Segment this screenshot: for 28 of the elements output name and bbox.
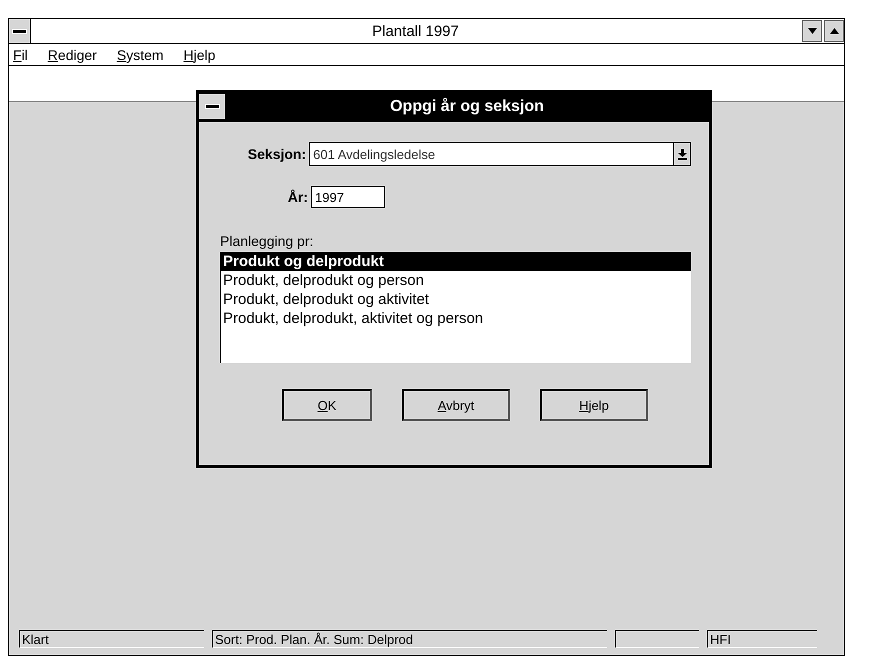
window-title: Plantall 1997 (371, 22, 460, 40)
list-item[interactable]: Produkt, delprodukt, aktivitet og person (221, 309, 691, 328)
menu-item[interactable]: Hjelp (184, 46, 216, 62)
dialog-button[interactable]: OK (282, 389, 372, 421)
list-item[interactable]: Produkt og delprodukt (221, 252, 691, 271)
list-label: Planlegging pr: (220, 233, 314, 249)
up-triangle-icon (830, 28, 838, 34)
status-pane: HFI (707, 630, 817, 648)
dialog-button[interactable]: Avbryt (402, 389, 510, 421)
dialog-title: Oppgi år og seksjon (389, 98, 545, 116)
list-item[interactable]: Produkt, delprodukt og aktivitet (221, 290, 691, 309)
field-label: Seksjon: (246, 146, 308, 162)
status-pane: Klart (19, 630, 204, 648)
menu-item[interactable]: Rediger (48, 46, 97, 62)
status-pane: Sort: Prod. Plan. År. Sum: Delprod (212, 630, 607, 648)
section-dropdown[interactable]: 601 Avdelingsledelse (309, 142, 691, 166)
system-menu-button[interactable] (199, 94, 225, 119)
year-field[interactable]: 1997 (311, 186, 385, 208)
minimize-button[interactable] (802, 20, 822, 42)
dropdown-arrow-icon (678, 148, 686, 160)
dialog-button[interactable]: Hjelp (540, 389, 648, 421)
field-label: År: (286, 189, 309, 205)
maximize-button[interactable] (824, 20, 844, 42)
menu-item[interactable]: System (116, 46, 164, 62)
system-menu-button[interactable] (9, 19, 31, 43)
down-triangle-icon (808, 28, 816, 34)
list-item[interactable]: Produkt, delprodukt og person (221, 271, 691, 290)
menu-item[interactable]: Fil (13, 46, 28, 62)
